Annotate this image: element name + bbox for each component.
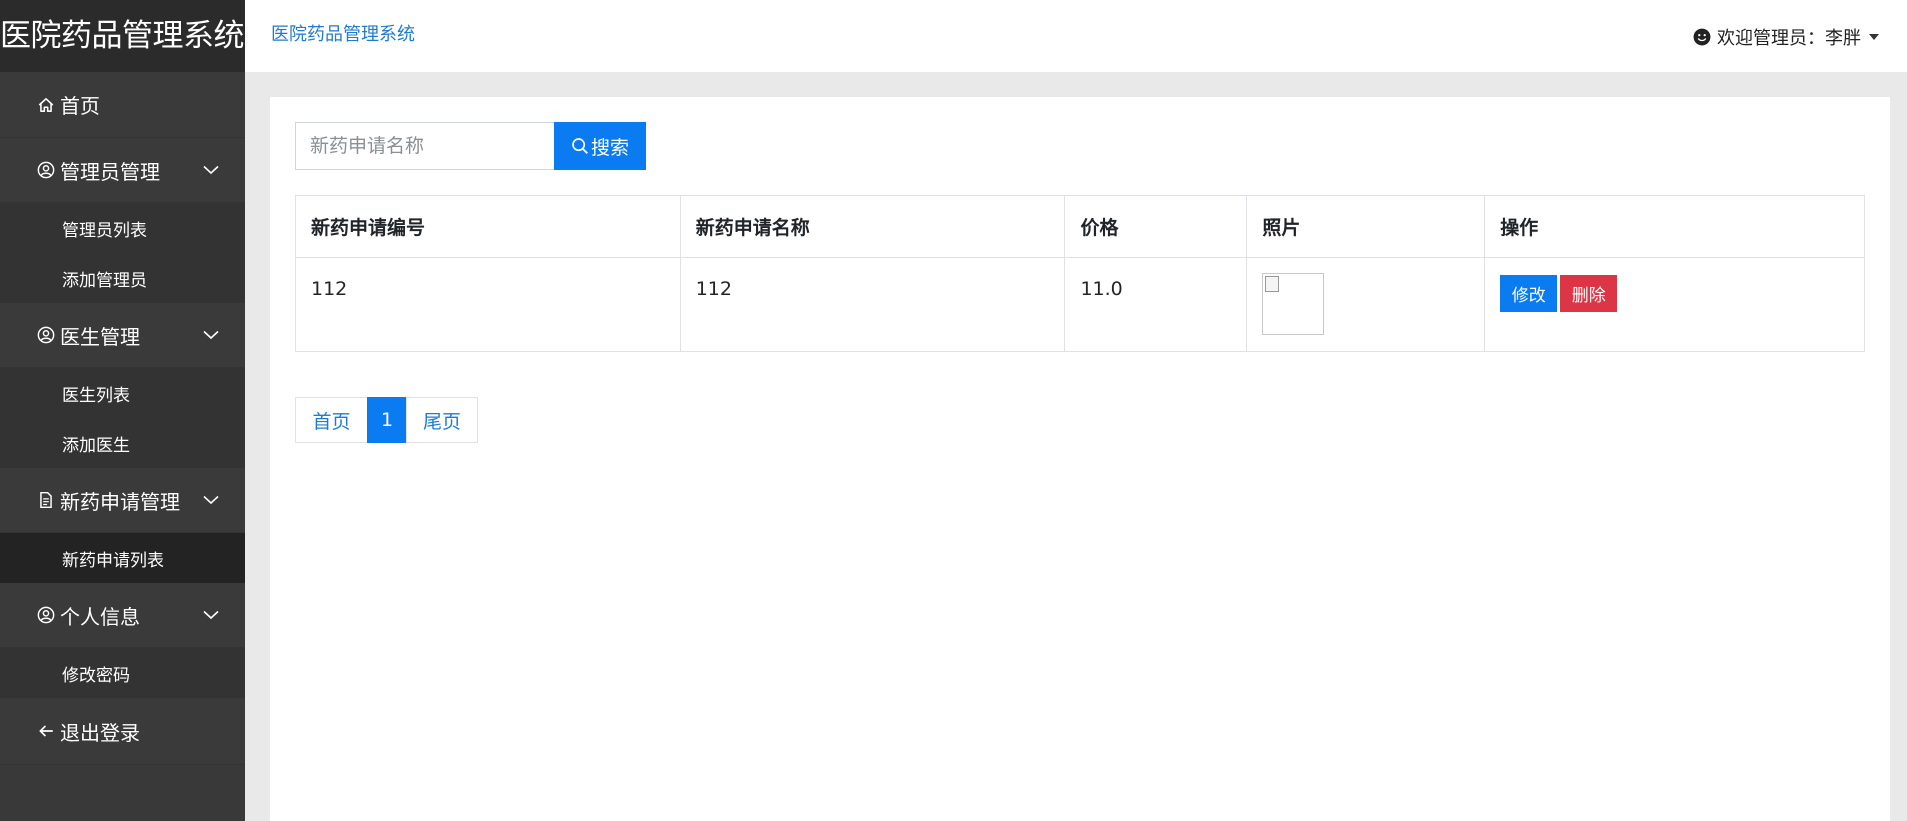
- cell-actions: 修改 删除: [1484, 257, 1865, 352]
- table-row: 112 112 11.0 修改 删除: [295, 257, 1865, 352]
- sidebar-group-doctor[interactable]: 医生管理: [0, 303, 245, 368]
- smile-icon: [1693, 28, 1711, 46]
- sidebar-item-change-password[interactable]: 修改密码: [0, 648, 245, 698]
- welcome-text: 欢迎管理员：李胖: [1717, 28, 1861, 49]
- search-button[interactable]: 搜索: [554, 122, 646, 170]
- content-panel: 搜索 新药申请编号 新药申请名称 价格 照片 操作 112 112 11.0: [270, 97, 1890, 821]
- drug-photo-thumbnail: [1262, 273, 1325, 335]
- sidebar: 医院药品管理系统 首页 管理员管理 管理员列表 添加管理员 医生管理 医生列表 …: [0, 0, 245, 821]
- user-menu[interactable]: 欢迎管理员：李胖: [1693, 24, 1879, 50]
- arrow-left-icon: [36, 721, 56, 741]
- column-header-id: 新药申请编号: [295, 195, 681, 258]
- sidebar-group-label: 管理员管理: [60, 159, 160, 184]
- chevron-down-icon: [203, 607, 219, 623]
- sidebar-item-logout[interactable]: 退出登录: [0, 698, 245, 765]
- pagination-current-page[interactable]: 1: [367, 397, 407, 443]
- sidebar-item-label: 首页: [60, 94, 100, 118]
- chevron-down-icon: [203, 327, 219, 343]
- home-icon: [36, 95, 56, 115]
- search-input[interactable]: [295, 122, 554, 170]
- cell-price: 11.0: [1064, 257, 1248, 352]
- pagination-last[interactable]: 尾页: [406, 397, 478, 443]
- table-header-row: 新药申请编号 新药申请名称 价格 照片 操作: [295, 195, 1865, 258]
- sidebar-item-home[interactable]: 首页: [0, 72, 245, 138]
- sidebar-item-admin-list[interactable]: 管理员列表: [0, 203, 245, 253]
- sidebar-group-admin[interactable]: 管理员管理: [0, 138, 245, 203]
- cell-name: 112: [679, 257, 1066, 352]
- sidebar-item-add-doctor[interactable]: 添加医生: [0, 418, 245, 468]
- cell-photo: [1246, 257, 1486, 352]
- sidebar-group-label: 个人信息: [60, 604, 140, 629]
- drug-application-table: 新药申请编号 新药申请名称 价格 照片 操作 112 112 11.0 修改 删除: [295, 195, 1865, 352]
- caret-down-icon: [1869, 34, 1879, 40]
- column-header-name: 新药申请名称: [679, 195, 1066, 258]
- column-header-actions: 操作: [1484, 195, 1865, 258]
- search-button-label: 搜索: [590, 136, 629, 159]
- sidebar-item-new-drug-list[interactable]: 新药申请列表: [0, 533, 245, 583]
- sidebar-group-new-drug[interactable]: 新药申请管理: [0, 468, 245, 533]
- search-bar: 搜索: [295, 122, 646, 170]
- chevron-down-icon: [203, 162, 219, 178]
- column-header-photo: 照片: [1246, 195, 1486, 258]
- cell-id: 112: [295, 257, 681, 352]
- pagination-first[interactable]: 首页: [295, 397, 368, 443]
- chevron-down-icon: [203, 492, 219, 508]
- sidebar-group-label: 新药申请管理: [60, 489, 180, 514]
- sidebar-item-add-admin[interactable]: 添加管理员: [0, 253, 245, 303]
- breadcrumb-home-link[interactable]: 医院药品管理系统: [271, 20, 415, 46]
- edit-button[interactable]: 修改: [1500, 275, 1558, 312]
- sidebar-item-doctor-list[interactable]: 医生列表: [0, 368, 245, 418]
- pagination: 首页 1 尾页: [295, 397, 478, 443]
- sidebar-group-profile[interactable]: 个人信息: [0, 583, 245, 648]
- search-icon: [572, 138, 588, 154]
- delete-button[interactable]: 删除: [1560, 275, 1618, 312]
- column-header-price: 价格: [1064, 195, 1248, 258]
- user-circle-icon: [36, 160, 56, 180]
- document-icon: [36, 490, 56, 510]
- app-brand: 医院药品管理系统: [0, 0, 245, 72]
- top-header: 医院药品管理系统 欢迎管理员：李胖: [245, 0, 1907, 72]
- user-circle-icon: [36, 605, 56, 625]
- broken-image-icon: [1265, 276, 1280, 292]
- user-circle-icon: [36, 325, 56, 345]
- sidebar-item-label: 退出登录: [60, 720, 140, 745]
- sidebar-group-label: 医生管理: [60, 324, 140, 349]
